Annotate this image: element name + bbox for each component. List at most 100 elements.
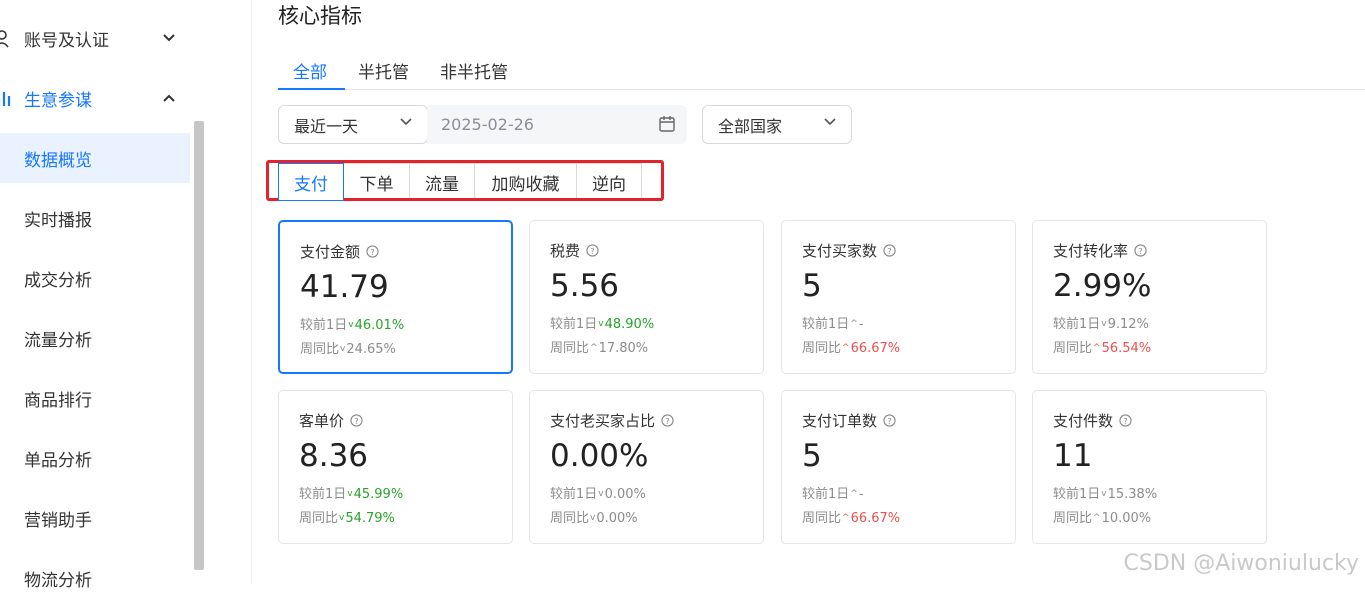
country-select[interactable]: 全部国家 [702,105,852,144]
metric-card[interactable]: 支付件数?11较前1日v15.38%周同比^10.00% [1032,390,1267,544]
sidebar-group-account[interactable]: 账号及认证 [0,8,252,68]
metric-day-compare: 较前1日v45.99% [299,483,403,502]
compare-value: 10.00% [1102,511,1152,526]
metric-day-compare: 较前1日v9.12% [1053,313,1149,332]
trend-down-icon: v [340,344,345,354]
sidebar-item-logistics[interactable]: 物流分析 [0,553,190,603]
metric-card[interactable]: 支付金额?41.79较前1日v46.01%周同比v24.65% [278,220,513,374]
metric-week-compare: 周同比v24.65% [300,338,396,357]
metric-day-compare: 较前1日v15.38% [1053,483,1157,502]
metric-title: 支付老买家占比? [550,410,674,431]
metric-card[interactable]: 支付买家数?5较前1日^-周同比^66.67% [781,220,1016,374]
metric-value: 0.00% [550,438,648,474]
metric-value: 41.79 [300,269,389,305]
help-icon[interactable]: ? [1134,244,1147,257]
metric-week-compare: 周同比^10.00% [1053,507,1151,526]
compare-label: 周同比 [300,342,339,357]
compare-label: 周同比 [802,341,841,356]
metric-title-text: 支付老买家占比 [550,410,655,431]
compare-label: 较前1日 [550,317,597,332]
compare-value: - [859,317,864,332]
metric-card[interactable]: 支付订单数?5较前1日^-周同比^66.67% [781,390,1016,544]
tab-non-semi-managed[interactable]: 非半托管 [440,58,508,83]
help-icon[interactable]: ? [883,244,896,257]
sidebar-group-label: 账号及认证 [24,26,109,51]
compare-value: 46.01% [355,318,405,333]
metric-title-text: 支付件数 [1053,410,1113,431]
metric-day-compare: 较前1日v46.01% [300,314,404,333]
metric-week-compare: 周同比v54.79% [299,507,395,526]
compare-label: 周同比 [802,511,841,526]
metric-card[interactable]: 支付老买家占比?0.00%较前1日v0.00%周同比v0.00% [529,390,764,544]
metric-day-compare: 较前1日^- [802,483,864,502]
metric-card[interactable]: 客单价?8.36较前1日v45.99%周同比v54.79% [278,390,513,544]
metric-week-compare: 周同比^66.67% [802,337,900,356]
svg-text:?: ? [1138,246,1142,256]
metric-title-text: 支付买家数 [802,240,877,261]
metric-week-compare: 周同比v0.00% [550,507,638,526]
trend-up-icon: ^ [850,489,858,499]
svg-text:?: ? [590,246,594,256]
chevron-down-icon [823,115,837,129]
period-select[interactable]: 最近一天 [278,105,428,144]
metric-value: 8.36 [299,438,368,474]
chevron-down-icon [399,115,413,129]
compare-label: 较前1日 [300,318,347,333]
trend-down-icon: v [590,513,595,523]
trend-down-icon: v [1101,489,1106,499]
sidebar-item-ranking[interactable]: 商品排行 [0,373,190,423]
country-select-value: 全部国家 [718,113,782,137]
segment-pay[interactable]: 支付 [278,163,344,201]
sidebar-item-traffic[interactable]: 流量分析 [0,313,190,363]
tab-active-indicator [278,88,345,90]
compare-value: 0.00% [605,487,646,502]
sidebar-item-transactions[interactable]: 成交分析 [0,253,190,303]
sidebar-item-product-analysis[interactable]: 单品分析 [0,433,190,483]
metric-title: 支付金额? [300,241,379,262]
metric-title-text: 税费 [550,240,580,261]
tab-all[interactable]: 全部 [293,58,327,83]
trend-up-icon: ^ [1093,343,1101,353]
sidebar-item-realtime[interactable]: 实时播报 [0,193,190,243]
sidebar-item-marketing[interactable]: 营销助手 [0,493,190,543]
help-icon[interactable]: ? [883,414,896,427]
sidebar-group-business[interactable]: 生意参谋 [0,68,252,128]
metric-value: 5 [802,438,822,474]
compare-value: 66.67% [851,341,901,356]
metric-day-compare: 较前1日v0.00% [550,483,646,502]
sidebar: 账号及认证 生意参谋 数据概览 实时播报 成交分析 流量分析 商品排行 单品分析… [0,0,252,584]
metric-card[interactable]: 税费?5.56较前1日v48.90%周同比^17.80% [529,220,764,374]
metric-value: 5.56 [550,268,619,304]
metric-title-text: 支付金额 [300,241,360,262]
compare-value: - [859,487,864,502]
metric-day-compare: 较前1日v48.90% [550,313,654,332]
compare-label: 较前1日 [802,487,849,502]
compare-value: 24.65% [346,342,396,357]
compare-label: 周同比 [550,511,589,526]
tab-semi-managed[interactable]: 半托管 [358,58,409,83]
trend-down-icon: v [1101,319,1106,329]
compare-value: 56.54% [1102,341,1152,356]
chevron-down-icon [162,31,176,45]
sidebar-group-label: 生意参谋 [24,86,92,111]
watermark: CSDN @Aiwoniulucky [1124,551,1359,576]
compare-label: 较前1日 [299,487,346,502]
compare-value: 45.99% [354,487,404,502]
date-value: 2025-02-26 [441,115,534,134]
help-icon[interactable]: ? [350,414,363,427]
date-picker[interactable]: 2025-02-26 [427,105,687,144]
help-icon[interactable]: ? [586,244,599,257]
metric-card[interactable]: 支付转化率?2.99%较前1日v9.12%周同比^56.54% [1032,220,1267,374]
sidebar-scrollbar[interactable] [194,121,204,570]
chevron-up-icon [162,91,176,105]
sidebar-item-overview[interactable]: 数据概览 [0,133,190,183]
help-icon[interactable]: ? [366,245,379,258]
trend-up-icon: ^ [1093,513,1101,523]
metric-title: 支付订单数? [802,410,896,431]
trend-down-icon: v [348,320,353,330]
page-title: 核心指标 [278,0,362,30]
help-icon[interactable]: ? [1119,414,1132,427]
compare-label: 周同比 [1053,511,1092,526]
help-icon[interactable]: ? [661,414,674,427]
compare-label: 较前1日 [550,487,597,502]
